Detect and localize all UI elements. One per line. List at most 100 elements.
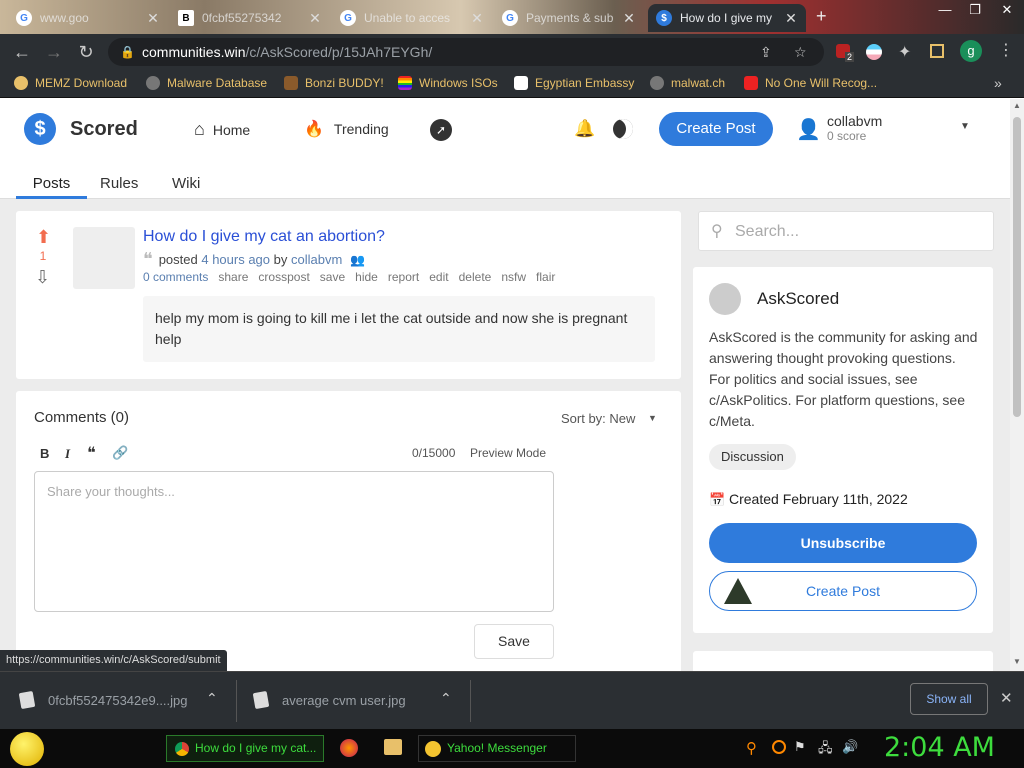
post-time[interactable]: 4 hours ago xyxy=(201,252,270,267)
scroll-down-icon[interactable]: ▼ xyxy=(1013,657,1021,666)
sidebar-create-post-button[interactable]: Create Post xyxy=(709,571,977,611)
tab-rules[interactable]: Rules xyxy=(100,175,138,192)
comment-textarea[interactable]: Share your thoughts... xyxy=(34,471,554,612)
show-all-downloads-button[interactable]: Show all xyxy=(910,683,988,715)
site-logo-text[interactable]: Scored xyxy=(70,118,138,141)
reload-icon[interactable]: ↻ xyxy=(76,42,96,62)
notifications-bell-icon[interactable]: 🔔 xyxy=(574,119,595,139)
clock[interactable]: 2:04 AM xyxy=(884,732,995,763)
action-flair[interactable]: flair xyxy=(536,270,555,284)
save-comment-button[interactable]: Save xyxy=(474,624,554,659)
url-host: communities.win xyxy=(142,44,246,60)
post-title[interactable]: How do I give my cat an abortion? xyxy=(143,228,385,246)
tab-wiki[interactable]: Wiki xyxy=(172,175,200,192)
close-tab-icon[interactable]: ✕ xyxy=(308,10,322,27)
extensions-puzzle-icon[interactable]: ✦ xyxy=(898,42,911,62)
maximize-icon[interactable]: ❐ xyxy=(960,0,990,20)
italic-icon[interactable]: I xyxy=(65,446,70,462)
search-tray-icon[interactable]: ⚲ xyxy=(746,739,757,757)
community-name[interactable]: AskScored xyxy=(757,289,839,309)
browser-tab-active[interactable]: $ How do I give my ✕ xyxy=(648,4,806,32)
community-tag[interactable]: Discussion xyxy=(709,444,796,470)
scroll-thumb[interactable] xyxy=(1013,117,1021,417)
bold-icon[interactable]: B xyxy=(40,446,49,461)
preview-mode-toggle[interactable]: Preview Mode xyxy=(470,446,546,460)
taskbar-item-yahoo[interactable]: Yahoo! Messenger xyxy=(418,735,576,762)
browser-tab[interactable]: B 0fcbf55275342 ✕ xyxy=(170,4,330,32)
bookmark-item[interactable]: Malware Database xyxy=(146,76,267,90)
bookmark-item[interactable]: malwat.ch xyxy=(650,76,725,90)
downvote-arrow-icon[interactable]: ⇩ xyxy=(35,267,50,288)
minimize-icon[interactable]: — xyxy=(930,0,960,20)
action-edit[interactable]: edit xyxy=(429,270,448,284)
action-delete[interactable]: delete xyxy=(459,270,492,284)
download-item[interactable]: average cvm user.jpg xyxy=(282,693,406,708)
link-icon[interactable]: 🔗 xyxy=(112,445,128,461)
sort-caret-icon[interactable]: ▼ xyxy=(648,413,657,423)
folder-icon[interactable] xyxy=(384,739,402,755)
unsubscribe-button[interactable]: Unsubscribe xyxy=(709,523,977,563)
close-shelf-icon[interactable]: ✕ xyxy=(1000,689,1013,707)
browser-tab[interactable]: G Payments & sub ✕ xyxy=(494,4,644,32)
bookmark-item[interactable]: MEMZ Download xyxy=(14,76,127,90)
bookmarks-overflow-button[interactable]: » xyxy=(994,75,1002,91)
dark-mode-moon-icon[interactable] xyxy=(613,119,633,139)
action-save[interactable]: save xyxy=(320,270,345,284)
taskbar-item-chrome[interactable]: How do I give my cat... xyxy=(166,735,324,762)
post-thumbnail[interactable] xyxy=(73,227,135,289)
post-author[interactable]: collabvm xyxy=(291,252,342,267)
username[interactable]: collabvm xyxy=(827,113,882,129)
url-field[interactable]: 🔒 communities.win/c/AskScored/p/15JAh7EY… xyxy=(108,38,824,66)
scored-logo-icon[interactable]: $ xyxy=(24,113,56,145)
action-share[interactable]: share xyxy=(218,270,248,284)
back-icon[interactable]: ← xyxy=(12,42,32,62)
forward-icon[interactable]: → xyxy=(44,42,64,62)
nav-trending[interactable]: 🔥 Trending xyxy=(304,119,389,139)
profile-avatar[interactable]: g xyxy=(960,40,982,62)
chevron-up-icon[interactable]: ⌃ xyxy=(440,690,452,707)
new-tab-button[interactable]: + xyxy=(816,6,827,27)
os-taskbar: How do I give my cat... Yahoo! Messenger… xyxy=(0,729,1024,768)
chevron-up-icon[interactable]: ⌃ xyxy=(206,690,218,707)
close-tab-icon[interactable]: ✕ xyxy=(146,10,160,27)
flag-tray-icon[interactable]: ⚑ xyxy=(794,739,806,755)
bookmark-star-icon[interactable]: ☆ xyxy=(794,38,807,66)
volume-tray-icon[interactable]: 🔊 xyxy=(842,739,858,755)
start-smiley-icon[interactable] xyxy=(10,732,44,766)
bookmark-item[interactable]: No One Will Recog... xyxy=(744,76,877,90)
network-tray-icon[interactable]: 🖧 xyxy=(818,739,833,761)
bookmark-item[interactable]: Windows ISOs xyxy=(398,76,498,90)
no-entry-tray-icon[interactable] xyxy=(772,740,786,754)
firefox-icon[interactable] xyxy=(340,739,358,757)
create-post-button[interactable]: Create Post xyxy=(659,112,773,146)
close-window-icon[interactable]: ✕ xyxy=(992,0,1022,20)
bookmark-item[interactable]: Bonzi BUDDY! xyxy=(284,76,384,90)
sidepanel-icon[interactable] xyxy=(930,44,944,58)
bookmark-label: Windows ISOs xyxy=(419,76,498,90)
upvote-arrow-icon[interactable]: ⬆ xyxy=(36,227,51,248)
action-comments[interactable]: 0 comments xyxy=(143,270,208,284)
sort-dropdown[interactable]: Sort by: New xyxy=(561,411,635,426)
tab-posts[interactable]: Posts xyxy=(16,175,87,192)
browser-tab[interactable]: G Unable to acces ✕ xyxy=(332,4,492,32)
close-tab-icon[interactable]: ✕ xyxy=(470,10,484,27)
browser-tab[interactable]: G www.goo ✕ xyxy=(8,4,168,32)
close-tab-icon[interactable]: ✕ xyxy=(622,10,636,27)
bookmark-item[interactable]: Egyptian Embassy xyxy=(514,76,634,90)
quote-format-icon[interactable]: ❝ xyxy=(87,443,96,463)
search-box[interactable]: ⚲ Search... xyxy=(698,211,994,251)
nav-home[interactable]: ⌂ Home xyxy=(194,119,250,140)
action-nsfw[interactable]: nsfw xyxy=(501,270,526,284)
user-menu-caret-icon[interactable]: ▼ xyxy=(960,121,970,132)
action-hide[interactable]: hide xyxy=(355,270,378,284)
action-crosspost[interactable]: crosspost xyxy=(258,270,309,284)
menu-kebab-icon[interactable]: ⋮ xyxy=(998,40,1014,60)
close-tab-icon[interactable]: ✕ xyxy=(784,10,798,27)
share-icon[interactable]: ⇪ xyxy=(760,38,772,66)
page-scrollbar[interactable]: ▲ ▼ xyxy=(1010,99,1024,671)
action-report[interactable]: report xyxy=(388,270,419,284)
download-item[interactable]: 0fcbf552475342e9....jpg xyxy=(48,693,188,708)
extension-flag-icon[interactable] xyxy=(866,44,882,60)
compass-icon[interactable]: ➚ xyxy=(430,119,452,141)
scroll-up-icon[interactable]: ▲ xyxy=(1013,101,1021,110)
